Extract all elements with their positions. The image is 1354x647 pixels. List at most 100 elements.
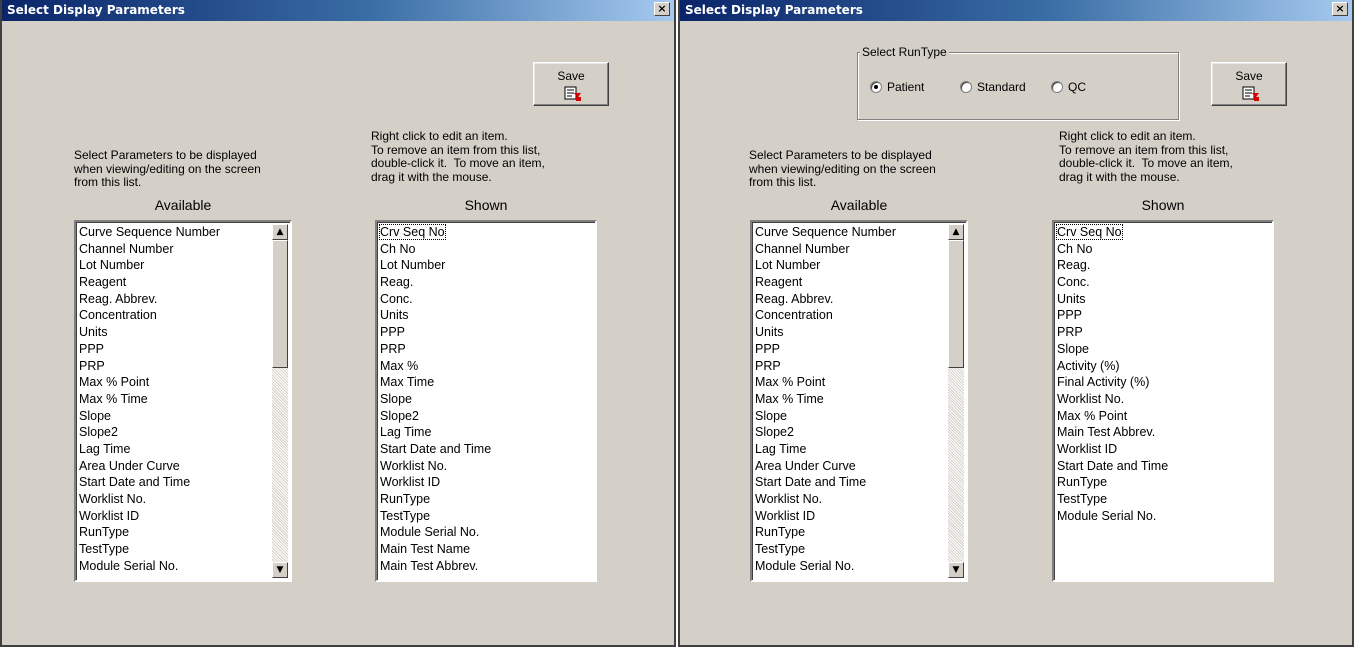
list-item[interactable]: Lot Number [380, 257, 595, 274]
list-item[interactable]: Lot Number [79, 257, 290, 274]
radio-qc[interactable]: QC [1051, 80, 1101, 96]
list-item[interactable]: Max Time [380, 374, 595, 391]
available-scrollbar[interactable]: ▲ ▼ [272, 224, 288, 578]
list-item[interactable]: Reagent [79, 274, 290, 291]
close-button[interactable]: × [1332, 2, 1348, 16]
list-item[interactable]: Concentration [79, 307, 290, 324]
list-item[interactable]: PPP [380, 324, 595, 341]
list-item[interactable]: RunType [1057, 474, 1272, 491]
list-item[interactable]: Reag. Abbrev. [79, 291, 290, 308]
list-item[interactable]: Area Under Curve [755, 458, 966, 475]
list-item[interactable]: RunType [79, 524, 290, 541]
list-item[interactable]: Lag Time [755, 441, 966, 458]
list-item[interactable]: Slope [1057, 341, 1272, 358]
scroll-up-arrow-icon[interactable]: ▲ [948, 224, 964, 240]
list-item[interactable]: Worklist ID [380, 474, 595, 491]
list-item[interactable]: Main Test Name [380, 541, 595, 558]
list-item[interactable]: TestType [1057, 491, 1272, 508]
scroll-down-arrow-icon[interactable]: ▼ [948, 562, 964, 578]
list-item[interactable]: Reag. [1057, 257, 1272, 274]
list-item[interactable]: Module Serial No. [79, 558, 290, 575]
list-item[interactable]: Reag. [380, 274, 595, 291]
available-listbox[interactable]: Curve Sequence Number Channel Number Lot… [74, 220, 292, 582]
title-bar[interactable]: Select Display Parameters × [2, 0, 674, 21]
available-listbox[interactable]: Curve Sequence Number Channel Number Lot… [750, 220, 968, 582]
list-item[interactable]: TestType [79, 541, 290, 558]
list-item[interactable]: Slope [755, 408, 966, 425]
list-item[interactable]: Final Activity (%) [1057, 374, 1272, 391]
list-item[interactable]: Conc. [380, 291, 595, 308]
scrollbar-thumb[interactable] [272, 240, 288, 368]
list-item[interactable]: Worklist No. [755, 491, 966, 508]
save-button[interactable]: Save [533, 62, 609, 106]
list-item[interactable]: Units [79, 324, 290, 341]
title-bar[interactable]: Select Display Parameters × [680, 0, 1352, 21]
list-item[interactable]: Channel Number [79, 241, 290, 258]
list-item[interactable]: TestType [755, 541, 966, 558]
list-item[interactable]: Worklist ID [1057, 441, 1272, 458]
list-item[interactable]: Ch No [380, 241, 595, 258]
list-item[interactable]: Lot Number [755, 257, 966, 274]
list-item[interactable]: Module Serial No. [1057, 508, 1272, 525]
list-item[interactable]: PRP [755, 358, 966, 375]
list-item[interactable]: Max % Point [79, 374, 290, 391]
list-item[interactable]: Start Date and Time [1057, 458, 1272, 475]
list-item[interactable]: RunType [380, 491, 595, 508]
list-item[interactable]: PRP [380, 341, 595, 358]
scrollbar-thumb[interactable] [948, 240, 964, 368]
list-item[interactable]: Crv Seq No [1056, 224, 1272, 241]
list-item[interactable]: Units [755, 324, 966, 341]
list-item[interactable]: PPP [755, 341, 966, 358]
list-item[interactable]: Crv Seq No [379, 224, 595, 241]
list-item[interactable]: Max % Point [755, 374, 966, 391]
list-item[interactable]: Worklist ID [79, 508, 290, 525]
list-item[interactable]: PPP [1057, 307, 1272, 324]
list-item[interactable]: Slope2 [380, 408, 595, 425]
list-item[interactable]: TestType [380, 508, 595, 525]
list-item[interactable]: Main Test Abbrev. [380, 558, 595, 575]
save-button[interactable]: Save [1211, 62, 1287, 106]
list-item[interactable]: Max % Point [1057, 408, 1272, 425]
available-scrollbar[interactable]: ▲ ▼ [948, 224, 964, 578]
list-item[interactable]: Concentration [755, 307, 966, 324]
list-item[interactable]: Start Date and Time [755, 474, 966, 491]
list-item[interactable]: Main Test Abbrev. [1057, 424, 1272, 441]
list-item[interactable]: Lag Time [79, 441, 290, 458]
list-item[interactable]: Units [380, 307, 595, 324]
list-item[interactable]: Max % Time [79, 391, 290, 408]
radio-patient[interactable]: Patient [870, 80, 940, 96]
list-item[interactable]: Units [1057, 291, 1272, 308]
list-item[interactable]: Channel Number [755, 241, 966, 258]
list-item[interactable]: Reagent [755, 274, 966, 291]
list-item[interactable]: Conc. [1057, 274, 1272, 291]
scroll-up-arrow-icon[interactable]: ▲ [272, 224, 288, 240]
list-item[interactable]: Worklist ID [755, 508, 966, 525]
list-item[interactable]: Max % Time [755, 391, 966, 408]
list-item[interactable]: Slope2 [755, 424, 966, 441]
list-item[interactable]: Module Serial No. [380, 524, 595, 541]
list-item[interactable]: PRP [1057, 324, 1272, 341]
shown-listbox[interactable]: Crv Seq No Ch No Lot Number Reag. Conc. … [375, 220, 597, 582]
list-item[interactable]: PPP [79, 341, 290, 358]
list-item[interactable]: Worklist No. [79, 491, 290, 508]
list-item[interactable]: Lag Time [380, 424, 595, 441]
list-item[interactable]: Slope [79, 408, 290, 425]
list-item[interactable]: PRP [79, 358, 290, 375]
list-item[interactable]: Worklist No. [380, 458, 595, 475]
list-item[interactable]: Start Date and Time [380, 441, 595, 458]
list-item[interactable]: Activity (%) [1057, 358, 1272, 375]
list-item[interactable]: RunType [755, 524, 966, 541]
list-item[interactable]: Start Date and Time [79, 474, 290, 491]
list-item[interactable]: Curve Sequence Number [79, 224, 290, 241]
list-item[interactable]: Slope [380, 391, 595, 408]
shown-listbox[interactable]: Crv Seq No Ch No Reag. Conc. Units PPP P… [1052, 220, 1274, 582]
list-item[interactable]: Reag. Abbrev. [755, 291, 966, 308]
list-item[interactable]: Area Under Curve [79, 458, 290, 475]
list-item[interactable]: Slope2 [79, 424, 290, 441]
list-item[interactable]: Worklist No. [1057, 391, 1272, 408]
list-item[interactable]: Module Serial No. [755, 558, 966, 575]
radio-standard[interactable]: Standard [960, 80, 1040, 96]
list-item[interactable]: Ch No [1057, 241, 1272, 258]
close-button[interactable]: × [654, 2, 670, 16]
scroll-down-arrow-icon[interactable]: ▼ [272, 562, 288, 578]
